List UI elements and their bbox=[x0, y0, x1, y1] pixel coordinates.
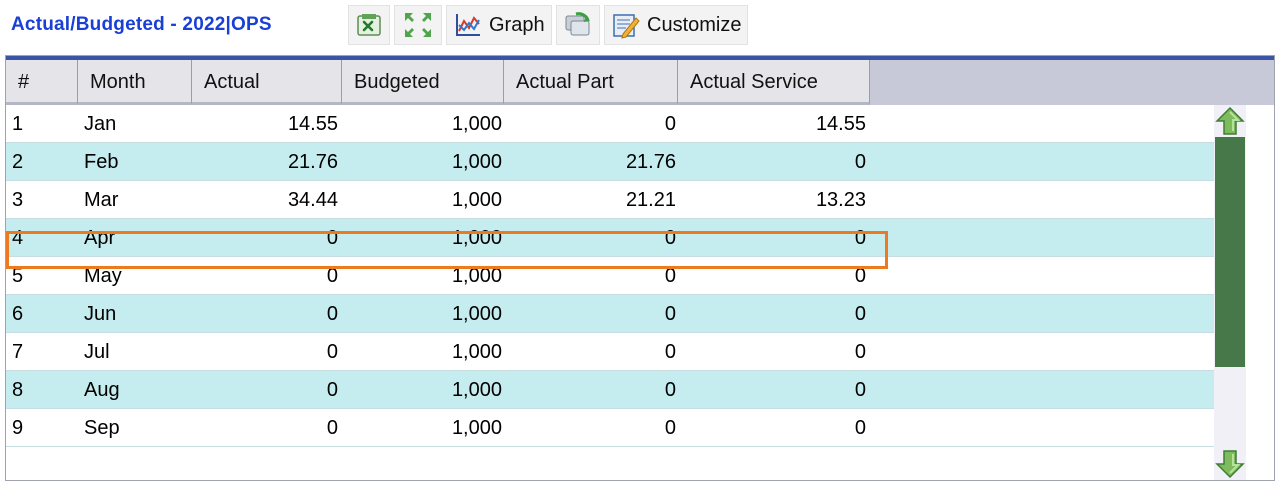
row-actual-part: 0 bbox=[664, 341, 676, 363]
row-actual: 21.76 bbox=[287, 151, 338, 173]
excel-export-button[interactable] bbox=[348, 5, 390, 45]
row-budgeted: 1,000 bbox=[451, 113, 502, 135]
scroll-thumb[interactable] bbox=[1215, 137, 1245, 367]
row-actual-service: 0 bbox=[854, 341, 866, 363]
row-actual-service: 14.55 bbox=[815, 113, 866, 135]
customize-icon bbox=[611, 10, 641, 40]
row-actual: 0 bbox=[326, 227, 338, 249]
row-month: Jan bbox=[84, 113, 117, 135]
row-month: Jul bbox=[84, 341, 110, 363]
row-actual: 34.44 bbox=[287, 189, 338, 211]
row-number: 8 bbox=[12, 379, 24, 401]
graph-label: Graph bbox=[489, 13, 545, 36]
row-number: 7 bbox=[12, 341, 24, 363]
row-budgeted: 1,000 bbox=[451, 341, 502, 363]
table-row[interactable]: 7 Jul 0 1,000 0 0 bbox=[6, 333, 1214, 371]
graph-icon bbox=[453, 11, 483, 39]
table-row[interactable]: 8 Aug 0 1,000 0 0 bbox=[6, 371, 1214, 409]
customize-label: Customize bbox=[647, 13, 742, 36]
row-actual-service: 0 bbox=[854, 303, 866, 325]
row-actual-part: 0 bbox=[664, 265, 676, 287]
row-month: Mar bbox=[84, 189, 119, 211]
row-number: 9 bbox=[12, 417, 24, 439]
column-header-budgeted[interactable]: Budgeted bbox=[342, 60, 504, 105]
page-title: Actual/Budgeted - 2022|OPS bbox=[11, 14, 272, 35]
row-number: 5 bbox=[12, 265, 24, 287]
row-actual-service: 0 bbox=[854, 265, 866, 287]
table-row[interactable]: 5 May 0 1,000 0 0 bbox=[6, 257, 1214, 295]
column-header-number[interactable]: # bbox=[6, 60, 78, 105]
row-actual: 0 bbox=[326, 303, 338, 325]
row-budgeted: 1,000 bbox=[451, 265, 502, 287]
expand-icon bbox=[401, 9, 435, 41]
row-month: Jun bbox=[84, 303, 117, 325]
table-row[interactable]: 4 Apr 0 1,000 0 0 bbox=[6, 219, 1214, 257]
row-actual: 0 bbox=[326, 341, 338, 363]
row-number: 6 bbox=[12, 303, 24, 325]
row-actual-part: 0 bbox=[664, 379, 676, 401]
scroll-down-arrow-icon[interactable] bbox=[1214, 448, 1246, 480]
row-budgeted: 1,000 bbox=[451, 303, 502, 325]
column-header-actual[interactable]: Actual bbox=[192, 60, 342, 105]
row-actual-service: 0 bbox=[854, 417, 866, 439]
row-actual-part: 21.21 bbox=[625, 189, 676, 211]
scroll-up-arrow-icon[interactable] bbox=[1214, 105, 1246, 137]
row-actual: 0 bbox=[326, 265, 338, 287]
row-actual-service: 13.23 bbox=[815, 189, 866, 211]
graph-button[interactable]: Graph bbox=[446, 5, 552, 45]
row-actual: 14.55 bbox=[287, 113, 338, 135]
row-actual-part: 0 bbox=[664, 227, 676, 249]
row-month: Apr bbox=[84, 227, 116, 249]
row-actual: 0 bbox=[326, 417, 338, 439]
row-actual-service: 0 bbox=[854, 379, 866, 401]
row-month: Feb bbox=[84, 151, 119, 173]
row-actual: 0 bbox=[326, 379, 338, 401]
table-row[interactable]: 1 Jan 14.55 1,000 0 14.55 bbox=[6, 105, 1214, 143]
row-actual-service: 0 bbox=[854, 227, 866, 249]
refresh-icon bbox=[562, 10, 594, 40]
column-header-month[interactable]: Month bbox=[78, 60, 192, 105]
data-grid: # Month Actual Budgeted Actual Part Actu… bbox=[5, 55, 1275, 481]
grid-body: 1 Jan 14.55 1,000 0 14.55 2 Feb 21.76 1,000 21.76 0… bbox=[6, 105, 1274, 480]
refresh-button[interactable] bbox=[556, 5, 600, 45]
row-month: Aug bbox=[84, 379, 120, 401]
table-row[interactable]: 9 Sep 0 1,000 0 0 bbox=[6, 409, 1214, 447]
column-header-actual-part[interactable]: Actual Part bbox=[504, 60, 678, 105]
table-row[interactable]: 6 Jun 0 1,000 0 0 bbox=[6, 295, 1214, 333]
row-number: 4 bbox=[12, 227, 24, 249]
grid-header: # Month Actual Budgeted Actual Part Actu… bbox=[6, 60, 1274, 105]
row-budgeted: 1,000 bbox=[451, 151, 502, 173]
row-number: 1 bbox=[12, 113, 24, 135]
row-actual-part: 0 bbox=[664, 303, 676, 325]
row-budgeted: 1,000 bbox=[451, 227, 502, 249]
row-budgeted: 1,000 bbox=[451, 417, 502, 439]
row-budgeted: 1,000 bbox=[451, 189, 502, 211]
column-header-actual-service[interactable]: Actual Service bbox=[678, 60, 870, 105]
row-month: May bbox=[84, 265, 122, 287]
row-month: Sep bbox=[84, 417, 120, 439]
row-actual-part: 0 bbox=[664, 417, 676, 439]
customize-button[interactable]: Customize bbox=[604, 5, 748, 45]
row-number: 3 bbox=[12, 189, 24, 211]
table-row[interactable]: 3 Mar 34.44 1,000 21.21 13.23 bbox=[6, 181, 1214, 219]
row-actual-part: 21.76 bbox=[625, 151, 676, 173]
row-number: 2 bbox=[12, 151, 24, 173]
vertical-scrollbar[interactable] bbox=[1214, 105, 1246, 480]
row-actual-part: 0 bbox=[664, 113, 676, 135]
row-budgeted: 1,000 bbox=[451, 379, 502, 401]
expand-button[interactable] bbox=[394, 5, 442, 45]
table-row[interactable]: 2 Feb 21.76 1,000 21.76 0 bbox=[6, 143, 1214, 181]
row-actual-service: 0 bbox=[854, 151, 866, 173]
toolbar: Actual/Budgeted - 2022|OPS Graph Customi… bbox=[0, 0, 1280, 54]
excel-export-icon bbox=[355, 11, 383, 39]
